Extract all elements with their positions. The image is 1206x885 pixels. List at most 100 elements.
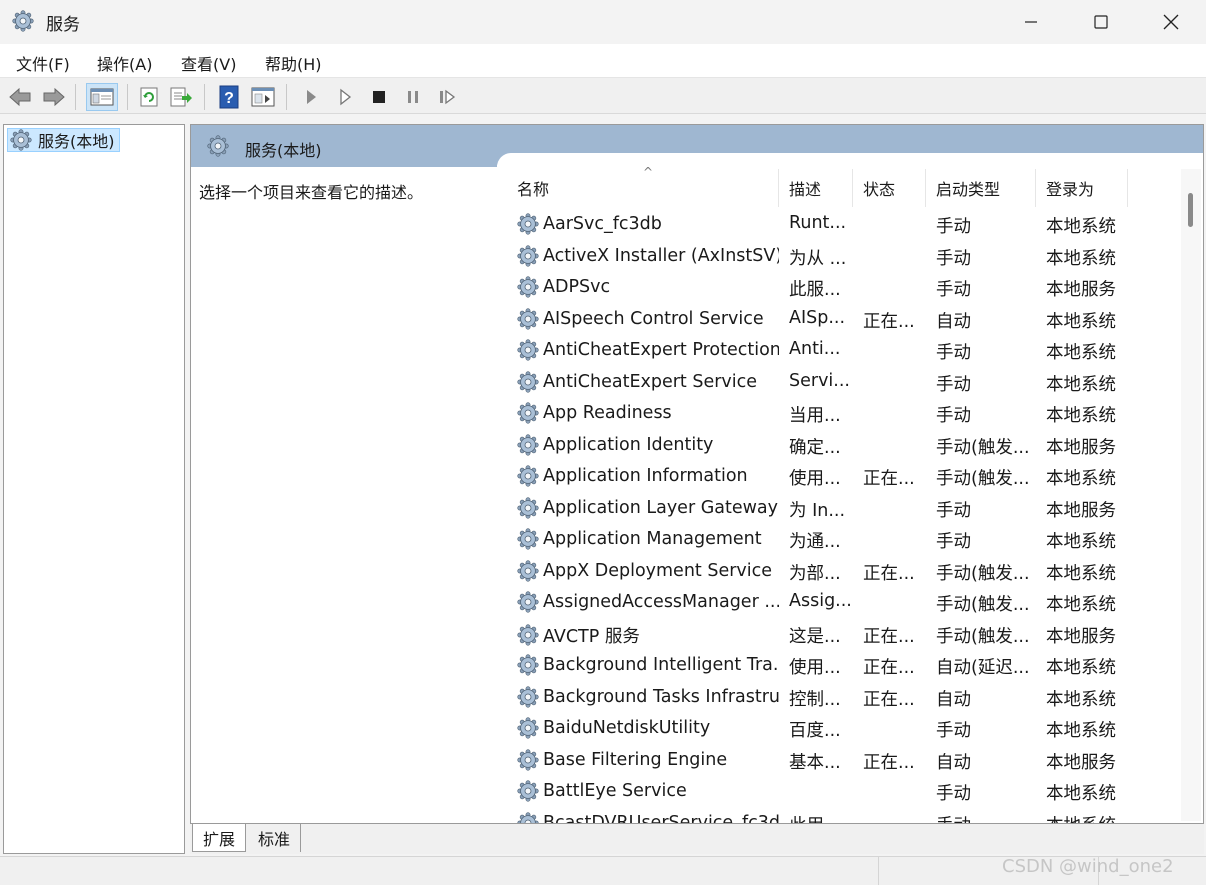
- service-logon-as: 本地系统: [1046, 311, 1116, 332]
- toolbar: ?: [0, 78, 1206, 114]
- table-row[interactable]: AntiCheatExpert Protection Anti... 手动 本地系统: [497, 334, 1181, 365]
- table-row[interactable]: AarSvc_fc3db Runt... 手动 本地系统: [497, 208, 1181, 239]
- table-row[interactable]: BattlEye Service 手动 本地系统: [497, 775, 1181, 806]
- service-gear-icon: [517, 748, 539, 771]
- refresh-button[interactable]: [136, 84, 162, 110]
- menu-action[interactable]: 操作(A): [97, 51, 152, 75]
- column-header-name[interactable]: 名称 ^: [507, 165, 779, 207]
- maximize-button[interactable]: [1066, 0, 1136, 44]
- pane-title: 服务(本地): [245, 141, 322, 160]
- menu-view[interactable]: 查看(V): [181, 51, 236, 75]
- table-row[interactable]: App Readiness 当用... 手动 本地系统: [497, 397, 1181, 428]
- show-hide-tree-button[interactable]: [86, 83, 118, 111]
- properties-button[interactable]: [250, 84, 276, 110]
- table-row[interactable]: AntiCheatExpert Service Servi... 手动 本地系统: [497, 366, 1181, 397]
- description-hint: 选择一个项目来查看它的描述。: [199, 183, 424, 202]
- service-name-cell: AppX Deployment Service ...: [517, 559, 779, 582]
- service-gear-icon: [517, 307, 539, 330]
- table-row[interactable]: Application Information 使用... 正在... 手动(触发..…: [497, 460, 1181, 491]
- properties-icon: [251, 87, 275, 107]
- stop-service-button[interactable]: [366, 84, 392, 110]
- service-logon-as: 本地系统: [1046, 658, 1116, 678]
- service-logon-as: 本地服务: [1046, 626, 1116, 647]
- table-row[interactable]: Base Filtering Engine 基本... 正在... 自动 本地服务: [497, 744, 1181, 775]
- service-name: App Readiness: [543, 403, 672, 423]
- service-logon-as: 本地系统: [1046, 563, 1116, 584]
- pause-service-button[interactable]: [400, 84, 426, 110]
- tab-standard[interactable]: 标准: [248, 824, 302, 852]
- service-description: 这是...: [789, 626, 841, 647]
- table-row[interactable]: ADPSvc 此服... 手动 本地服务: [497, 271, 1181, 302]
- column-header-logon-as-label: 登录为: [1046, 180, 1095, 199]
- service-name-cell: BattlEye Service: [517, 780, 779, 802]
- service-logon-as: 本地系统: [1046, 217, 1116, 237]
- table-row[interactable]: BcastDVRUserService_fc3db 此用... 手动本地系统: [497, 807, 1181, 823]
- service-logon-as: 本地系统: [1046, 343, 1116, 363]
- service-name-cell: App Readiness: [517, 402, 779, 424]
- column-header-description[interactable]: 描述: [779, 169, 853, 207]
- column-header-description-label: 描述: [789, 180, 822, 199]
- table-row[interactable]: Application Management 为通... 手动 本地系统: [497, 523, 1181, 554]
- start-service-params-icon: [340, 88, 352, 106]
- table-row[interactable]: BaiduNetdiskUtility 百度... 手动 本地系统: [497, 712, 1181, 743]
- column-header-startup-type[interactable]: 启动类型: [926, 169, 1036, 207]
- service-gear-icon: [517, 717, 539, 739]
- restart-service-button[interactable]: [434, 84, 460, 110]
- tab-extended[interactable]: 扩展: [192, 824, 247, 852]
- menu-help[interactable]: 帮助(H): [265, 51, 322, 75]
- service-description: 为从 ...: [789, 248, 847, 269]
- export-list-button[interactable]: [168, 84, 194, 110]
- view-tabs: 扩展 标准: [190, 824, 1204, 854]
- table-row[interactable]: Application Layer Gateway ... 为 In... 手动 本地…: [497, 492, 1181, 523]
- table-row[interactable]: ActiveX Installer (AxInstSV) 为从 ... 手动 本地系统: [497, 240, 1181, 271]
- start-service-params-button[interactable]: [332, 84, 358, 110]
- service-description: 使用...: [789, 658, 841, 678]
- service-name: Application Management: [543, 529, 762, 549]
- service-gear-icon: [517, 465, 539, 487]
- table-row[interactable]: AVCTP 服务 这是... 正在... 手动(触发... 本地服务: [497, 618, 1181, 649]
- table-row[interactable]: AISpeech Control Service AISp... 正在... 自动 本地…: [497, 303, 1181, 334]
- service-logon-as: 本地系统: [1046, 469, 1116, 489]
- table-row[interactable]: AssignedAccessManager ... Assig... 手动(触发..…: [497, 586, 1181, 617]
- restart-service-icon: [440, 89, 456, 105]
- service-logon-as: 本地服务: [1046, 752, 1116, 773]
- service-status: 正在...: [863, 752, 915, 773]
- service-description: 确定...: [789, 437, 841, 458]
- service-startup-type: 手动: [936, 217, 971, 237]
- scrollbar-thumb[interactable]: [1188, 193, 1193, 227]
- service-logon-as: 本地系统: [1046, 595, 1116, 615]
- minimize-button[interactable]: [996, 0, 1066, 44]
- service-name: Background Tasks Infrastru...: [543, 686, 779, 707]
- service-startup-type: 手动(触发...: [936, 437, 1030, 458]
- table-row[interactable]: Background Tasks Infrastru... 控制... 正在... 自…: [497, 681, 1181, 712]
- service-gear-icon: [517, 780, 539, 802]
- service-name-cell: AntiCheatExpert Protection: [517, 339, 779, 361]
- service-status: 正在...: [863, 469, 915, 489]
- back-button[interactable]: [7, 84, 33, 110]
- start-service-button[interactable]: [298, 84, 324, 110]
- service-startup-type: 自动: [936, 311, 971, 332]
- menu-file[interactable]: 文件(F): [16, 51, 70, 75]
- service-description: Anti...: [789, 339, 841, 359]
- table-row[interactable]: Application Identity 确定... 手动(触发... 本地服务: [497, 429, 1181, 460]
- close-button[interactable]: [1136, 0, 1206, 44]
- forward-button[interactable]: [41, 84, 67, 110]
- service-startup-type: 手动: [936, 532, 971, 552]
- vertical-scrollbar[interactable]: [1181, 169, 1201, 821]
- services-pane: 服务(本地) 选择一个项目来查看它的描述。 名称 ^ 描述 状态 启动类型 登录…: [190, 124, 1204, 824]
- column-header-logon-as[interactable]: 登录为: [1036, 169, 1128, 207]
- sort-ascending-icon: ^: [643, 165, 654, 179]
- column-header-startup-type-label: 启动类型: [936, 180, 1001, 199]
- table-row[interactable]: AppX Deployment Service ... 为部... 正在... 手动(…: [497, 555, 1181, 586]
- tree-item-services-local[interactable]: 服务(本地): [7, 128, 120, 152]
- column-header-status[interactable]: 状态: [853, 169, 926, 207]
- service-gear-icon: [517, 496, 539, 519]
- service-logon-as: 本地系统: [1046, 406, 1116, 426]
- service-startup-type: 手动: [936, 248, 971, 269]
- toolbar-separator: [75, 84, 76, 110]
- service-name: AntiCheatExpert Service: [543, 371, 758, 392]
- column-header-name-label: 名称: [517, 180, 550, 199]
- help-button[interactable]: ?: [216, 84, 242, 110]
- service-startup-type: 手动(触发...: [936, 469, 1030, 489]
- table-row[interactable]: Background Intelligent Tra... 使用... 正在... 自…: [497, 649, 1181, 680]
